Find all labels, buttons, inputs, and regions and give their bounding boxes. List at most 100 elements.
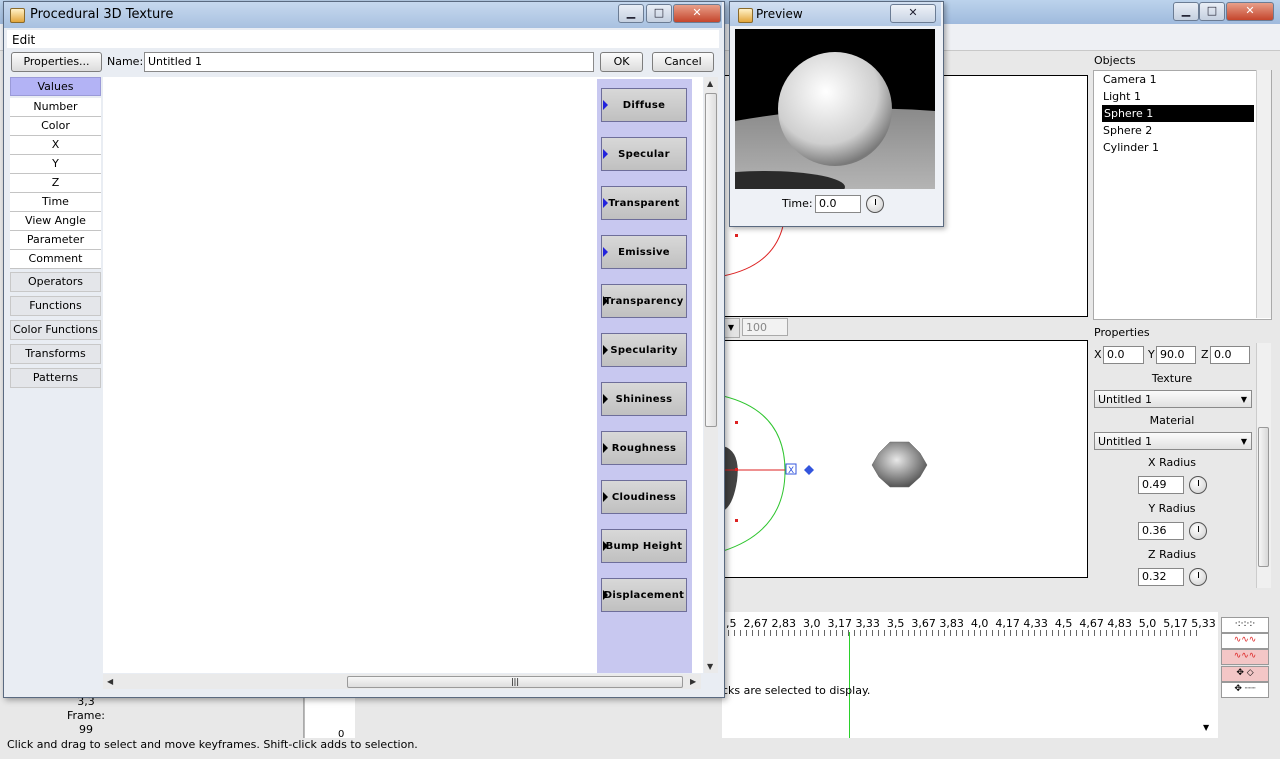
x-position-field[interactable]: 0.0 — [1103, 346, 1144, 364]
dialog-minimize-button[interactable]: ▁ — [618, 4, 644, 23]
main-maximize-button[interactable]: □ — [1199, 2, 1225, 21]
output-bump-height[interactable]: Bump Height — [601, 529, 687, 563]
rotate-handle[interactable] — [804, 465, 814, 475]
x-radius-knob-icon[interactable] — [1189, 476, 1207, 494]
y-position-field[interactable]: 90.0 — [1156, 346, 1196, 364]
status-bar: Click and drag to select and move keyfra… — [0, 738, 1280, 759]
texture-select-value: Untitled 1 — [1098, 393, 1153, 406]
keyframe-dots-tool-icon[interactable]: ·:·:·:· — [1221, 617, 1269, 633]
number-input-arrow-icon[interactable] — [603, 590, 608, 600]
output-label: Specularity — [610, 345, 678, 356]
output-shininess[interactable]: Shininess — [601, 382, 687, 416]
objects-list[interactable]: Camera 1 Light 1 Sphere 1 Sphere 2 Cylin… — [1093, 70, 1272, 320]
object-item[interactable]: Camera 1 — [1094, 71, 1271, 88]
preview-time-knob-icon[interactable] — [866, 195, 884, 213]
output-specular[interactable]: Specular — [601, 137, 687, 171]
canvas-vertical-scroll-thumb[interactable] — [705, 93, 717, 427]
z-radius-knob-icon[interactable] — [1189, 568, 1207, 586]
ok-button[interactable]: OK — [600, 52, 643, 72]
palette-category-patterns[interactable]: Patterns — [10, 368, 101, 388]
y-radius-field[interactable]: 0.36 — [1138, 522, 1184, 540]
palette-item-time[interactable]: Time — [10, 193, 101, 212]
scroll-up-icon[interactable]: ▲ — [707, 79, 713, 88]
output-displacement[interactable]: Displacement — [601, 578, 687, 612]
output-label: Transparency — [604, 296, 684, 307]
cancel-button[interactable]: Cancel — [652, 52, 714, 72]
output-diffuse[interactable]: Diffuse — [601, 88, 687, 122]
output-label: Bump Height — [605, 541, 683, 552]
number-input-arrow-icon[interactable] — [603, 492, 608, 502]
palette-item-color[interactable]: Color — [10, 117, 101, 136]
color-input-arrow-icon[interactable] — [603, 198, 608, 208]
properties-button[interactable]: Properties... — [11, 52, 102, 72]
java-app-icon — [10, 8, 25, 23]
handle-point-bottom — [735, 519, 738, 522]
dialog-close-button[interactable]: ✕ — [673, 4, 721, 23]
properties-scroll-thumb[interactable] — [1258, 427, 1269, 567]
chevron-down-icon: ▼ — [1240, 437, 1247, 446]
palette-item-parameter[interactable]: Parameter — [10, 231, 101, 250]
palette-category-operators[interactable]: Operators — [10, 272, 101, 292]
y-radius-knob-icon[interactable] — [1189, 522, 1207, 540]
texture-select[interactable]: Untitled 1 ▼ — [1094, 390, 1252, 408]
output-transparency[interactable]: Transparency — [601, 284, 687, 318]
palette-category-color-functions[interactable]: Color Functions — [10, 320, 101, 340]
palette-category-functions[interactable]: Functions — [10, 296, 101, 316]
color-input-arrow-icon[interactable] — [603, 247, 608, 257]
x-radius-field[interactable]: 0.49 — [1138, 476, 1184, 494]
color-input-arrow-icon[interactable] — [603, 100, 608, 110]
name-input[interactable]: Untitled 1 — [144, 52, 594, 72]
curves-selected-tool-icon[interactable]: ∿∿∿ — [1221, 649, 1269, 665]
output-cloudiness[interactable]: Cloudiness — [601, 480, 687, 514]
preview-titlebar[interactable]: Preview ✕ — [730, 2, 941, 26]
number-input-arrow-icon[interactable] — [603, 296, 608, 306]
preview-time-input[interactable]: 0.0 — [815, 195, 861, 213]
number-input-arrow-icon[interactable] — [603, 345, 608, 355]
main-minimize-button[interactable]: ▁ — [1173, 2, 1199, 21]
view-front[interactable]: X — [722, 340, 1088, 578]
dialog-menubar — [7, 30, 719, 48]
sphere-outline-arc — [723, 225, 784, 277]
palette-item-z[interactable]: Z — [10, 174, 101, 193]
object-item[interactable]: Cylinder 1 — [1094, 139, 1271, 156]
move-keyframe-tool-icon[interactable]: ✥ ◇ — [1221, 666, 1269, 682]
view-front-canvas: X — [723, 395, 928, 552]
palette-category-values[interactable]: Values — [10, 77, 101, 96]
scale-keyframe-tool-icon[interactable]: ✥ ┈┈ — [1221, 682, 1269, 698]
number-input-arrow-icon[interactable] — [603, 541, 608, 551]
palette-item-x[interactable]: X — [10, 136, 101, 155]
timeline-scroll-down-icon[interactable]: ▼ — [1203, 723, 1209, 732]
scroll-left-icon[interactable]: ◀ — [107, 677, 113, 686]
output-roughness[interactable]: Roughness — [601, 431, 687, 465]
objects-scrollbar[interactable] — [1256, 70, 1271, 318]
palette-category-transforms[interactable]: Transforms — [10, 344, 101, 364]
palette-item-number[interactable]: Number — [10, 98, 101, 117]
output-specularity[interactable]: Specularity — [601, 333, 687, 367]
output-emissive[interactable]: Emissive — [601, 235, 687, 269]
palette-item-view-angle[interactable]: View Angle — [10, 212, 101, 231]
menu-edit[interactable]: Edit — [12, 33, 35, 47]
canvas-horizontal-scroll-thumb[interactable]: ||| — [347, 676, 683, 688]
scroll-right-icon[interactable]: ▶ — [690, 677, 696, 686]
view-scale-field[interactable]: 100 — [742, 318, 788, 336]
number-input-arrow-icon[interactable] — [603, 394, 608, 404]
z-position-field[interactable]: 0.0 — [1210, 346, 1250, 364]
scroll-down-icon[interactable]: ▼ — [707, 662, 713, 671]
preview-title: Preview — [756, 7, 803, 21]
main-close-button[interactable]: ✕ — [1226, 2, 1274, 21]
z-position-label: Z — [1201, 348, 1209, 361]
z-radius-field[interactable]: 0.32 — [1138, 568, 1184, 586]
palette-item-comment[interactable]: Comment — [10, 250, 101, 269]
properties-scrollbar[interactable] — [1256, 343, 1271, 588]
material-select[interactable]: Untitled 1 ▼ — [1094, 432, 1252, 450]
preview-close-button[interactable]: ✕ — [890, 4, 936, 23]
color-input-arrow-icon[interactable] — [603, 149, 608, 159]
curves-tool-icon[interactable]: ∿∿∿ — [1221, 633, 1269, 649]
output-transparent[interactable]: Transparent — [601, 186, 687, 220]
number-input-arrow-icon[interactable] — [603, 443, 608, 453]
object-item[interactable]: Sphere 2 — [1094, 122, 1271, 139]
dialog-maximize-button[interactable]: □ — [646, 4, 672, 23]
object-item-selected[interactable]: Sphere 1 — [1102, 105, 1254, 122]
palette-item-y[interactable]: Y — [10, 155, 101, 174]
object-item[interactable]: Light 1 — [1094, 88, 1271, 105]
